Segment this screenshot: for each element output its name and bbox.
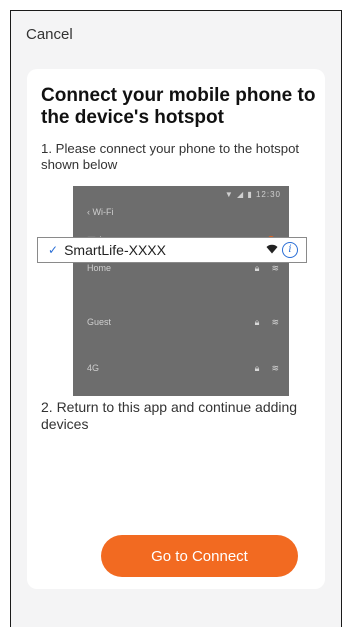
wifi-icon: ≋ xyxy=(271,362,279,373)
lock-icon: 🔒︎ xyxy=(254,262,260,273)
wifi-icon: ≋ xyxy=(271,262,279,273)
network-name: Guest xyxy=(87,317,112,327)
wifi-back-label: ‹ Wi-Fi xyxy=(87,207,114,217)
network-row: 4G 🔒︎ ≋ xyxy=(87,358,279,378)
wifi-back-row: ‹ Wi-Fi xyxy=(87,202,279,222)
status-time: 12:30 xyxy=(255,190,281,199)
step-1-text: 1. Please connect your phone to the hots… xyxy=(41,141,300,172)
checkmark-icon: ✓ xyxy=(48,243,59,257)
network-row: Guest 🔒︎ ≋ xyxy=(87,312,279,332)
info-icon: i xyxy=(282,242,298,258)
wifi-icon: ≋ xyxy=(271,316,279,327)
instruction-card: Connect your mobile phone to the device'… xyxy=(27,69,325,589)
app-frame: Cancel Connect your mobile phone to the … xyxy=(10,10,342,627)
wifi-settings-illustration: ▼ ◢ ▮ 12:30 ‹ Wi-Fi 开启Wi-Fi Home 🔒︎ ≋ Gu… xyxy=(73,186,289,396)
lock-icon: 🔒︎ xyxy=(254,316,260,327)
wifi-icon xyxy=(266,244,278,257)
page-title: Connect your mobile phone to the device'… xyxy=(41,85,316,128)
status-bar: ▼ ◢ ▮ 12:30 xyxy=(225,190,281,199)
highlighted-network-name: SmartLife-XXXX xyxy=(64,242,166,258)
highlighted-network-row: ✓ SmartLife-XXXX i xyxy=(37,237,307,263)
lock-icon: 🔒︎ xyxy=(254,362,260,373)
step-2-text: 2. Return to this app and continue addin… xyxy=(41,399,298,432)
network-name: 4G xyxy=(87,363,100,373)
cancel-button[interactable]: Cancel xyxy=(26,26,73,43)
network-name: Home xyxy=(87,263,112,273)
go-to-connect-button[interactable]: Go to Connect xyxy=(101,535,298,577)
signal-icon: ▼ ◢ ▮ xyxy=(224,190,253,199)
